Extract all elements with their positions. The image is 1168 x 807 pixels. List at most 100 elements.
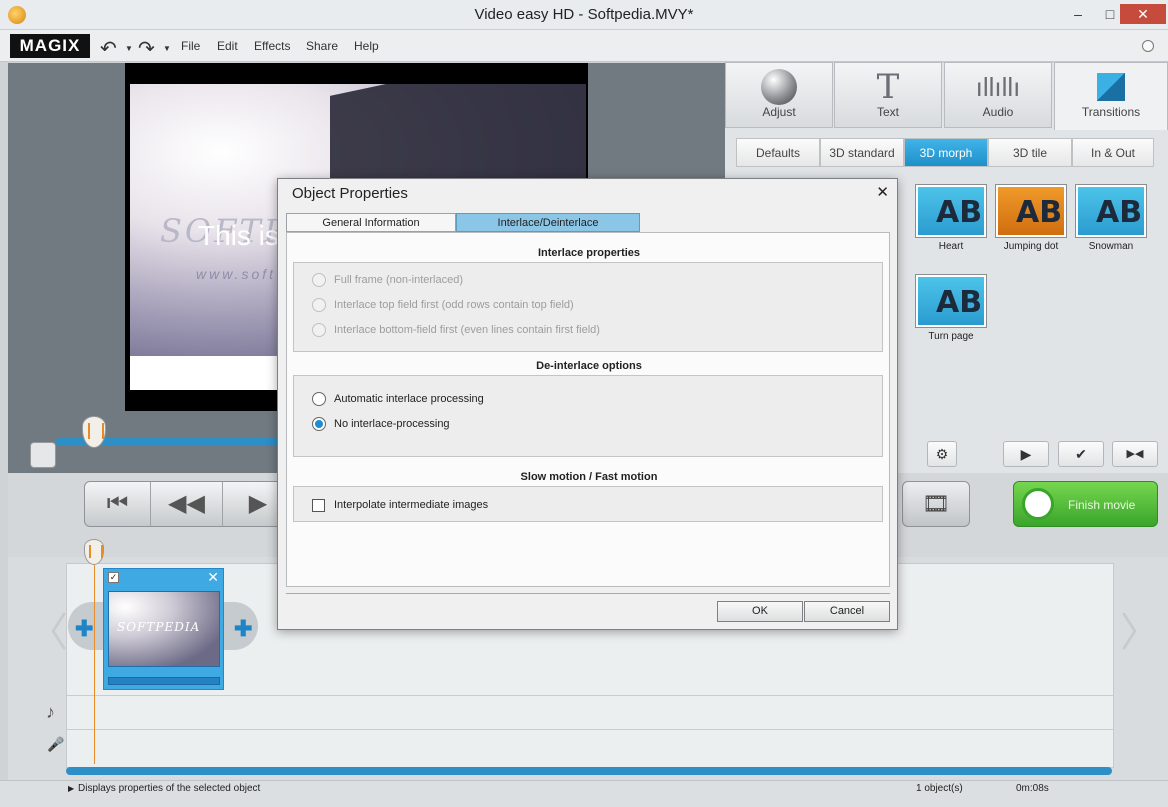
track-divider: [66, 729, 1114, 730]
status-bar: ▶ Displays properties of the selected ob…: [0, 780, 1168, 807]
transition-thumb-snowman[interactable]: AB: [1075, 184, 1147, 238]
preview-play-button[interactable]: ▶: [1003, 441, 1049, 467]
video-url: www.soft: [196, 266, 277, 282]
apply-all-button[interactable]: ▶◀: [1112, 441, 1158, 467]
heart-preview-icon: AB: [918, 187, 984, 235]
jumping-dot-preview-icon: AB: [998, 187, 1064, 235]
top-field-first-radio[interactable]: [312, 298, 326, 312]
automatic-interlace-label: Automatic interlace processing: [334, 393, 484, 405]
subtab-defaults[interactable]: Defaults: [736, 138, 820, 167]
menu-file[interactable]: File: [181, 39, 200, 53]
volume-icon[interactable]: [30, 442, 56, 468]
transition-thumb-heart[interactable]: AB: [915, 184, 987, 238]
minimize-button[interactable]: ‒: [1065, 4, 1091, 24]
scroll-left-icon[interactable]: 〈: [28, 600, 68, 658]
cancel-button[interactable]: Cancel: [804, 601, 890, 622]
tab-transitions[interactable]: Transitions: [1054, 62, 1168, 130]
status-message: Displays properties of the selected obje…: [78, 783, 261, 794]
no-interlace-label: No interlace-processing: [334, 418, 450, 430]
title-bar: Video easy HD - Softpedia.MVY* ‒ □ ✕: [0, 0, 1168, 30]
top-field-first-label: Interlace top field first (odd rows cont…: [334, 299, 574, 311]
close-button[interactable]: ✕: [1120, 4, 1166, 24]
clip-checkbox[interactable]: ✓: [108, 572, 119, 583]
subtab-in-out[interactable]: In & Out: [1072, 138, 1154, 167]
transition-thumb-jumping-dot[interactable]: AB: [995, 184, 1067, 238]
video-caption: This is: [198, 220, 279, 251]
tab-text[interactable]: T Text: [834, 62, 942, 128]
tab-interlace-deinterlace[interactable]: Interlace/Deinterlace: [456, 213, 640, 232]
thumb-label-snowman: Snowman: [1088, 241, 1134, 252]
interlace-section-title: Interlace properties: [537, 247, 641, 259]
duration: 0m:08s: [1016, 783, 1049, 794]
subtab-3d-standard[interactable]: 3D standard: [820, 138, 904, 167]
tab-general-information[interactable]: General Information: [286, 213, 456, 232]
apply-button[interactable]: ✔: [1058, 441, 1104, 467]
skip-to-start-button[interactable]: ⏮: [85, 482, 151, 526]
bottom-field-first-label: Interlace bottom-field first (even lines…: [334, 324, 600, 336]
finish-movie-button[interactable]: Finish movie: [1013, 481, 1158, 527]
magix-logo: MAGIX: [10, 34, 90, 58]
snowman-preview-icon: AB: [1078, 187, 1144, 235]
gear-icon[interactable]: ⚙: [927, 441, 957, 467]
insert-before-icon[interactable]: ✚: [75, 616, 93, 642]
turn-page-preview-icon: AB: [918, 277, 984, 325]
microphone-icon[interactable]: 🎤: [47, 736, 64, 753]
track-divider: [66, 695, 1114, 696]
deinterlace-group: Automatic interlace processing No interl…: [293, 375, 883, 457]
ok-button[interactable]: OK: [717, 601, 803, 622]
clip-remove-icon[interactable]: ✕: [207, 569, 219, 586]
subtab-3d-morph[interactable]: 3D morph: [904, 138, 988, 167]
menu-effects[interactable]: Effects: [254, 39, 290, 53]
waveform-icon: ıllıllı: [975, 72, 1021, 102]
transport-controls: ⏮ ◀◀ ▶: [84, 481, 294, 527]
status-arrow-icon: ▶: [68, 784, 75, 793]
rewind-button[interactable]: ◀◀: [151, 482, 223, 526]
tab-audio-label: Audio: [982, 105, 1014, 119]
deinterlace-section-title: De-interlace options: [536, 360, 642, 372]
undo-dropdown-icon[interactable]: ▼: [125, 44, 133, 53]
tab-adjust[interactable]: Adjust: [725, 62, 833, 128]
menu-edit[interactable]: Edit: [217, 39, 238, 53]
transition-thumb-turn-page[interactable]: AB: [915, 274, 987, 328]
thumb-label-heart: Heart: [938, 241, 964, 252]
bottom-field-first-radio[interactable]: [312, 323, 326, 337]
tab-transitions-label: Transitions: [1081, 105, 1141, 119]
insert-after-icon[interactable]: ✚: [234, 616, 252, 642]
text-icon: T: [876, 67, 900, 107]
thumb-label-turn-page: Turn page: [928, 331, 974, 342]
interpolate-label: Interpolate intermediate images: [334, 499, 489, 511]
menu-help[interactable]: Help: [354, 39, 379, 53]
clip-duration-bar: [108, 677, 220, 685]
status-indicator-icon[interactable]: [1142, 40, 1154, 52]
dialog-separator: [286, 593, 890, 594]
full-frame-label: Full frame (non-interlaced): [334, 274, 463, 286]
finish-movie-label: Finish movie: [1068, 498, 1136, 512]
object-properties-dialog: Object Properties ✕ General Information …: [277, 178, 898, 630]
timeline-scrollbar[interactable]: [66, 767, 1112, 775]
music-note-icon[interactable]: ♪: [46, 702, 55, 723]
clip-thumbnail: SOFTPEDIA: [108, 591, 220, 667]
undo-icon[interactable]: ↶: [100, 36, 117, 61]
subtab-3d-tile[interactable]: 3D tile: [988, 138, 1072, 167]
dialog-tab-content: Interlace properties Full frame (non-int…: [286, 232, 890, 587]
dialog-close-icon[interactable]: ✕: [876, 183, 889, 201]
playhead-line: [94, 548, 95, 764]
tab-audio[interactable]: ıllıllı Audio: [944, 62, 1052, 128]
add-media-button[interactable]: 🎞: [902, 481, 970, 527]
redo-dropdown-icon[interactable]: ▼: [163, 44, 171, 53]
menu-share[interactable]: Share: [306, 39, 338, 53]
video-clip[interactable]: ✓ ✕ SOFTPEDIA: [103, 568, 224, 690]
redo-icon[interactable]: ↷: [138, 36, 155, 61]
no-interlace-radio[interactable]: [312, 417, 326, 431]
clip-thumb-watermark: SOFTPEDIA: [117, 620, 201, 634]
slowmotion-section-title: Slow motion / Fast motion: [520, 471, 658, 483]
automatic-interlace-radio[interactable]: [312, 392, 326, 406]
dialog-title: Object Properties: [292, 185, 408, 202]
interpolate-checkbox[interactable]: [312, 499, 325, 512]
sphere-icon: [761, 69, 797, 105]
window-title: Video easy HD - Softpedia.MVY*: [474, 6, 694, 23]
transitions-icon: [1097, 73, 1125, 101]
full-frame-radio[interactable]: [312, 273, 326, 287]
scroll-right-icon[interactable]: 〉: [1120, 600, 1160, 658]
slowmotion-group: Interpolate intermediate images: [293, 486, 883, 522]
